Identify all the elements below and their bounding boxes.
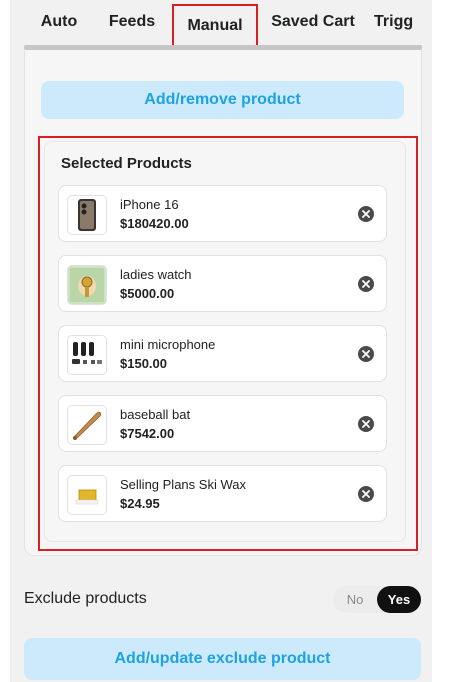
product-name: Selling Plans Ski Wax <box>120 477 246 492</box>
tab-manual[interactable]: Manual <box>172 4 258 48</box>
product-price: $180420.00 <box>120 216 189 231</box>
toggle-yes-option[interactable]: Yes <box>377 586 421 613</box>
product-name: baseball bat <box>120 407 191 422</box>
bat-thumbnail-icon <box>67 405 107 445</box>
product-row: mini microphone $150.00 <box>58 325 387 382</box>
wax-thumbnail-icon <box>67 475 107 515</box>
product-price: $24.95 <box>120 496 160 511</box>
remove-product-icon[interactable] <box>358 206 374 222</box>
product-price: $5000.00 <box>120 286 175 301</box>
phone-thumbnail-icon <box>67 195 107 235</box>
product-name: iPhone 16 <box>120 197 179 212</box>
selected-products-title: Selected Products <box>61 155 192 172</box>
tab-saved-cart[interactable]: Saved Cart <box>262 0 364 44</box>
add-update-exclude-product-button[interactable]: Add/update exclude product <box>24 638 421 680</box>
remove-product-icon[interactable] <box>358 276 374 292</box>
tab-bar: Auto Feeds Manual Saved Cart Trigg <box>24 0 432 50</box>
product-name: ladies watch <box>120 267 192 282</box>
tab-trigger[interactable]: Trigg <box>364 0 424 44</box>
microphone-thumbnail-icon <box>67 335 107 375</box>
product-name: mini microphone <box>120 337 216 352</box>
product-row: baseball bat $7542.00 <box>58 395 387 452</box>
remove-product-icon[interactable] <box>358 486 374 502</box>
product-price: $150.00 <box>120 356 167 371</box>
product-row: ladies watch $5000.00 <box>58 255 387 312</box>
watch-thumbnail-icon <box>67 265 107 305</box>
add-remove-product-button[interactable]: Add/remove product <box>41 81 404 119</box>
product-price: $7542.00 <box>120 426 175 441</box>
remove-product-icon[interactable] <box>358 416 374 432</box>
product-row: Selling Plans Ski Wax $24.95 <box>58 465 387 522</box>
toggle-no-option[interactable]: No <box>333 586 377 613</box>
tab-feeds[interactable]: Feeds <box>94 0 170 44</box>
remove-product-icon[interactable] <box>358 346 374 362</box>
exclude-products-toggle[interactable]: No Yes <box>333 586 421 613</box>
product-row: iPhone 16 $180420.00 <box>58 185 387 242</box>
exclude-products-label: Exclude products <box>24 590 147 607</box>
tab-auto[interactable]: Auto <box>24 0 94 44</box>
